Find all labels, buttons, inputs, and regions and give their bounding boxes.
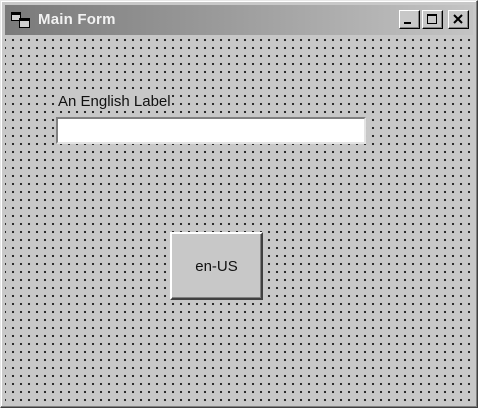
- app-window-icon[interactable]: [11, 12, 31, 28]
- maximize-button[interactable]: [422, 10, 443, 29]
- form-client-area: An English Label en-US: [5, 35, 473, 403]
- minimize-icon: [404, 22, 411, 24]
- en-us-button[interactable]: en-US: [170, 232, 263, 300]
- text-input[interactable]: [56, 117, 366, 144]
- title-bar[interactable]: Main Form: [5, 5, 473, 35]
- window-title: Main Form: [38, 11, 116, 28]
- main-form-window: Main Form An English Label en-US: [0, 0, 478, 408]
- minimize-button[interactable]: [399, 10, 420, 29]
- english-label: An English Label: [57, 93, 172, 111]
- close-icon: [453, 14, 463, 24]
- close-button[interactable]: [448, 10, 469, 29]
- maximize-icon: [427, 14, 437, 24]
